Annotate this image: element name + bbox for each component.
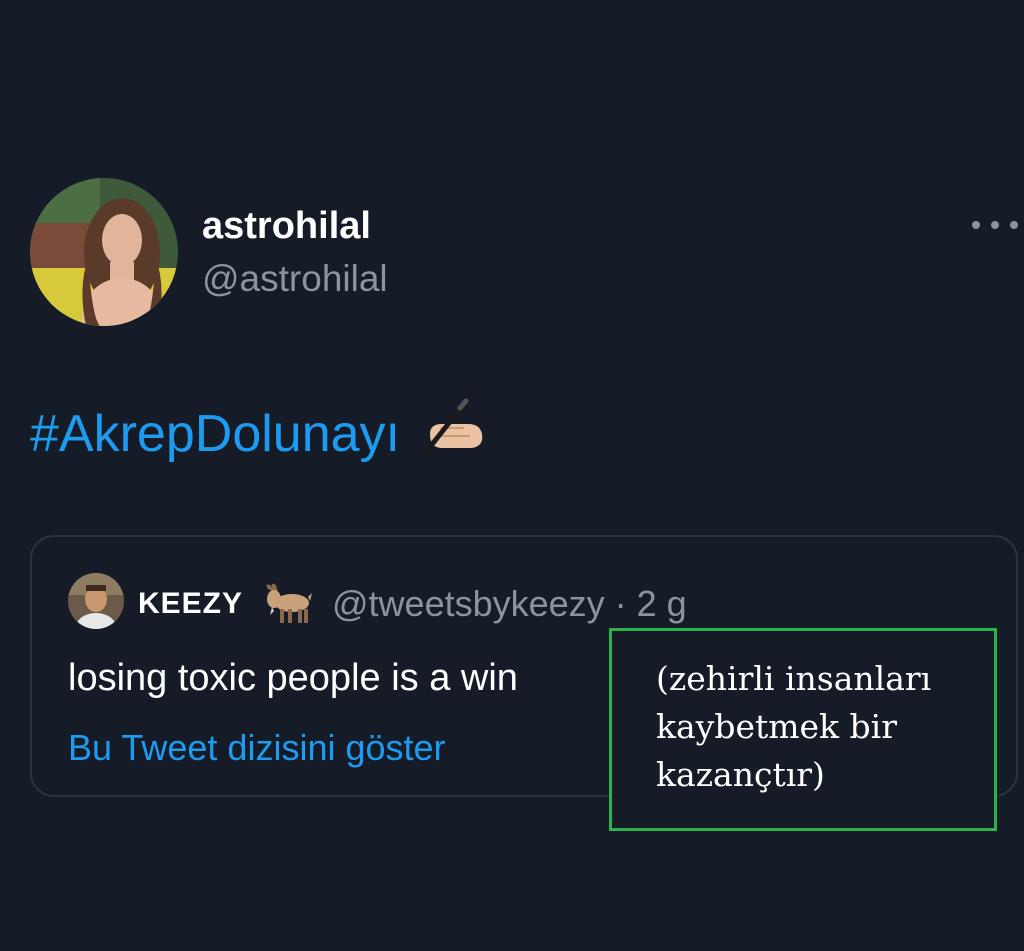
tweet-body: #AkrepDolunayı — [30, 398, 486, 469]
quoted-author-avatar[interactable] — [68, 573, 124, 629]
translation-line: (zehirli insanları — [656, 659, 932, 698]
quoted-handle-and-time[interactable]: @tweetsbykeezy · 2 g — [332, 583, 687, 625]
translation-note-box: (zehirli insanları kaybetmek bir kazançt… — [609, 628, 997, 831]
quoted-avatar-image — [68, 573, 124, 629]
goat-icon — [262, 581, 314, 630]
translation-line: kaybetmek bir — [656, 707, 897, 746]
translation-line: kazançtır) — [656, 755, 825, 794]
author-avatar-image — [30, 178, 178, 326]
author-display-name[interactable]: astrohilal — [202, 205, 371, 248]
quoted-display-name[interactable]: KEEZY — [138, 587, 243, 621]
more-dot — [991, 221, 999, 229]
more-dot — [972, 221, 980, 229]
author-handle[interactable]: @astrohilal — [202, 258, 388, 300]
quoted-tweet-text: losing toxic people is a win — [68, 657, 518, 699]
author-avatar[interactable] — [30, 178, 178, 326]
hashtag-link[interactable]: #AkrepDolunayı — [30, 404, 400, 464]
show-thread-link[interactable]: Bu Tweet dizisini göster — [68, 727, 446, 769]
more-options-icon[interactable] — [972, 212, 1018, 238]
writing-hand-icon — [420, 398, 486, 469]
more-dot — [1010, 221, 1018, 229]
